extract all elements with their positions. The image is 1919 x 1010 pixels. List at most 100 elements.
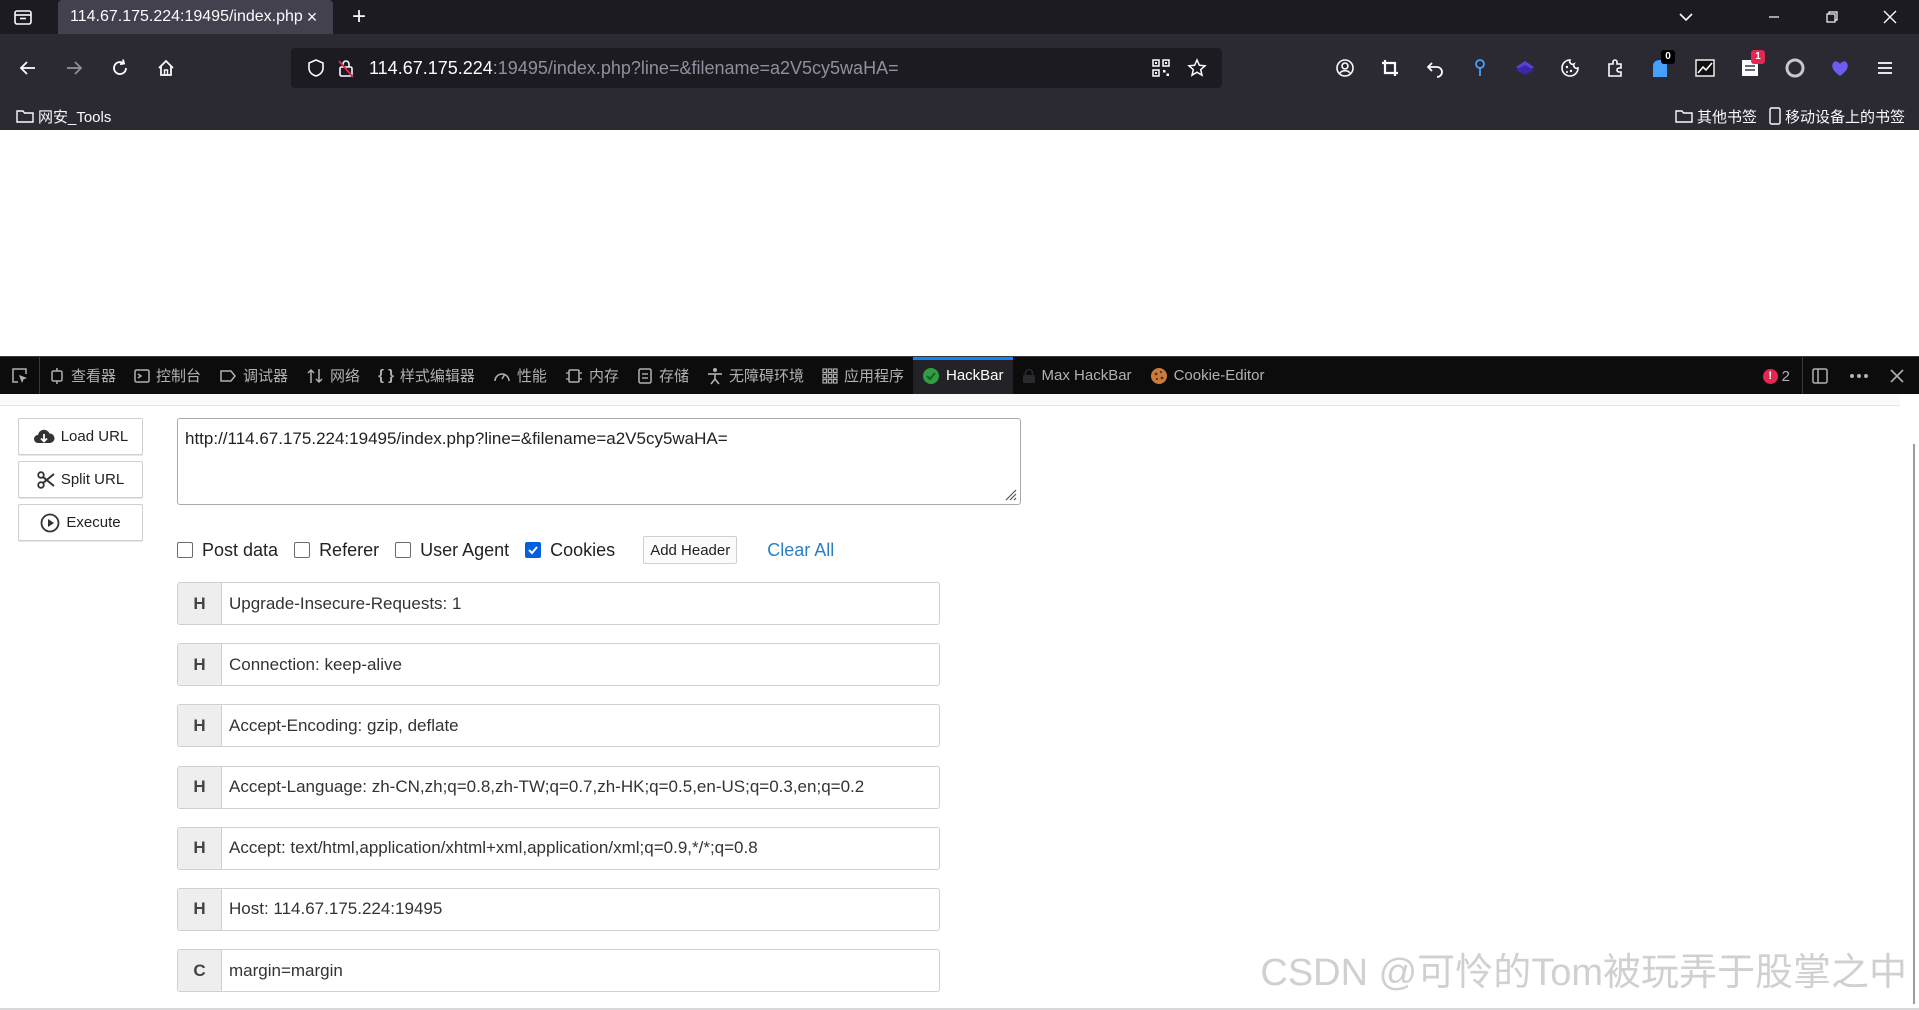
- notes-extension-icon[interactable]: 1: [1728, 46, 1772, 90]
- header-value-input[interactable]: Connection: keep-alive: [222, 644, 939, 685]
- header-type-toggle[interactable]: H: [178, 766, 222, 808]
- header-type-toggle[interactable]: H: [178, 583, 222, 624]
- user-agent-checkbox[interactable]: [395, 542, 412, 558]
- execute-button[interactable]: Execute: [18, 504, 143, 541]
- close-window-icon[interactable]: [1861, 0, 1919, 34]
- url-text[interactable]: 114.67.175.224:19495/index.php?line=&fil…: [369, 58, 1146, 79]
- shield-icon[interactable]: [301, 53, 331, 83]
- crop-icon[interactable]: [1368, 46, 1412, 90]
- minimize-icon[interactable]: [1745, 0, 1803, 34]
- back-arrow-icon[interactable]: [6, 46, 50, 90]
- tab-cookie-editor[interactable]: Cookie-Editor: [1141, 357, 1274, 395]
- tab-label: 调试器: [243, 368, 289, 385]
- folder-icon: [1675, 110, 1693, 123]
- cookie-icon: [1150, 367, 1167, 384]
- header-value-input[interactable]: Host: 114.67.175.224:19495: [222, 889, 939, 930]
- header-row: H Host: 114.67.175.224:19495: [177, 887, 940, 931]
- error-counter[interactable]: ! 2: [1755, 357, 1798, 395]
- header-type-toggle[interactable]: C: [178, 950, 222, 992]
- header-type-toggle[interactable]: H: [178, 644, 222, 686]
- tab-hackbar[interactable]: HackBar: [913, 356, 1013, 395]
- header-value-input[interactable]: Accept-Encoding: gzip, deflate: [222, 705, 939, 746]
- tab-accessibility[interactable]: 无障碍环境: [698, 357, 813, 395]
- header-value-input[interactable]: Upgrade-Insecure-Requests: 1: [222, 583, 939, 624]
- chart-extension-icon[interactable]: [1683, 46, 1727, 90]
- cookies-checkbox[interactable]: [525, 542, 542, 558]
- extension-toolbar: 0 1: [1323, 34, 1907, 102]
- tab-active[interactable]: 114.67.175.224:19495/index.php ×: [58, 0, 333, 34]
- restore-icon[interactable]: [1803, 0, 1861, 34]
- clear-all-link[interactable]: Clear All: [767, 540, 834, 561]
- cookies-label: Cookies: [550, 539, 616, 560]
- add-header-button[interactable]: Add Header: [643, 536, 738, 564]
- tab-style-editor[interactable]: { } 样式编辑器: [369, 357, 484, 395]
- extensions-puzzle-icon[interactable]: [1593, 46, 1637, 90]
- referer-option[interactable]: Referer: [294, 540, 379, 561]
- tab-list-icon[interactable]: [0, 0, 46, 34]
- new-tab-icon[interactable]: +: [339, 0, 379, 34]
- post-data-label: Post data: [202, 539, 279, 560]
- bookmark-star-icon[interactable]: [1182, 53, 1212, 83]
- element-picker-icon[interactable]: [0, 356, 40, 395]
- tab-performance[interactable]: 性能: [484, 357, 556, 395]
- tracker-badge-icon[interactable]: 0: [1638, 46, 1682, 90]
- insecure-lock-icon[interactable]: [331, 53, 361, 83]
- tab-close-icon[interactable]: ×: [303, 7, 321, 28]
- split-url-button[interactable]: Split URL: [18, 461, 143, 498]
- play-circle-icon: [40, 513, 60, 532]
- reload-icon[interactable]: [98, 46, 142, 90]
- referer-checkbox[interactable]: [294, 542, 311, 558]
- account-icon[interactable]: [1323, 46, 1367, 90]
- tab-console[interactable]: 控制台: [125, 357, 210, 395]
- cloud-download-icon: [33, 429, 55, 443]
- header-value-input[interactable]: Accept: text/html,application/xhtml+xml,…: [222, 828, 939, 869]
- post-data-checkbox[interactable]: [177, 542, 193, 558]
- tab-application[interactable]: 应用程序: [813, 357, 913, 395]
- user-agent-option[interactable]: User Agent: [395, 540, 509, 561]
- menu-hamburger-icon[interactable]: [1863, 46, 1907, 90]
- address-bar[interactable]: 114.67.175.224:19495/index.php?line=&fil…: [291, 48, 1222, 88]
- tab-debugger[interactable]: 调试器: [210, 357, 297, 395]
- dock-side-icon[interactable]: [1802, 357, 1837, 395]
- header-row: H Accept: text/html,application/xhtml+xml…: [177, 826, 940, 870]
- header-type-toggle[interactable]: H: [178, 827, 222, 869]
- cookie-icon[interactable]: [1548, 46, 1592, 90]
- bookmark-folder-mobile[interactable]: 移动设备上的书签: [1763, 102, 1911, 130]
- tab-max-hackbar[interactable]: Max HackBar: [1013, 357, 1141, 395]
- extension-badge-count: 0: [1661, 50, 1675, 64]
- post-data-option[interactable]: Post data: [177, 540, 278, 561]
- panel-top-strip: [0, 394, 1900, 406]
- header-row: H Upgrade-Insecure-Requests: 1: [177, 582, 940, 625]
- load-url-button[interactable]: Load URL: [18, 418, 143, 455]
- more-options-icon[interactable]: [1841, 357, 1877, 395]
- header-row: H Accept-Language: zh-CN,zh;q=0.8,zh-TW;q…: [177, 765, 940, 809]
- tab-memory[interactable]: 内存: [556, 357, 628, 395]
- bookmark-folder-other[interactable]: 其他书签: [1669, 102, 1763, 130]
- mobile-bookmarks-label: 移动设备上的书签: [1784, 108, 1905, 126]
- hackbar-options: Post data Referer User Agent Cookies Add…: [177, 535, 834, 565]
- split-url-label: Split URL: [60, 471, 125, 488]
- layers-icon[interactable]: [1503, 46, 1547, 90]
- chevron-down-icon[interactable]: [1657, 0, 1715, 34]
- cookies-option[interactable]: Cookies: [525, 540, 615, 561]
- tab-inspector[interactable]: 查看器: [40, 357, 125, 395]
- resize-grip-icon[interactable]: [1003, 487, 1017, 501]
- header-type-toggle[interactable]: H: [178, 705, 222, 747]
- circle-extension-icon[interactable]: [1773, 46, 1817, 90]
- qr-code-icon[interactable]: [1146, 53, 1176, 83]
- home-icon[interactable]: [144, 46, 188, 90]
- heart-shield-icon[interactable]: [1818, 46, 1862, 90]
- hackbar-url-textarea[interactable]: http://114.67.175.224:19495/index.php?li…: [177, 418, 1021, 505]
- bookmark-folder-tools[interactable]: 网安_Tools: [10, 102, 117, 130]
- header-type-toggle[interactable]: H: [178, 888, 222, 930]
- pin-icon[interactable]: [1458, 46, 1502, 90]
- tab-storage[interactable]: 存储: [628, 357, 698, 395]
- close-devtools-icon[interactable]: [1881, 357, 1913, 395]
- header-value-input[interactable]: Accept-Language: zh-CN,zh;q=0.8,zh-TW;q=…: [222, 767, 939, 808]
- header-value-input[interactable]: margin=margin: [222, 950, 939, 991]
- tab-network[interactable]: 网络: [297, 357, 369, 395]
- panel-scrollbar[interactable]: [1913, 444, 1915, 1004]
- forward-arrow-icon[interactable]: [52, 46, 96, 90]
- undo-arrow-icon[interactable]: [1413, 46, 1457, 90]
- checkmark-icon: [528, 546, 538, 555]
